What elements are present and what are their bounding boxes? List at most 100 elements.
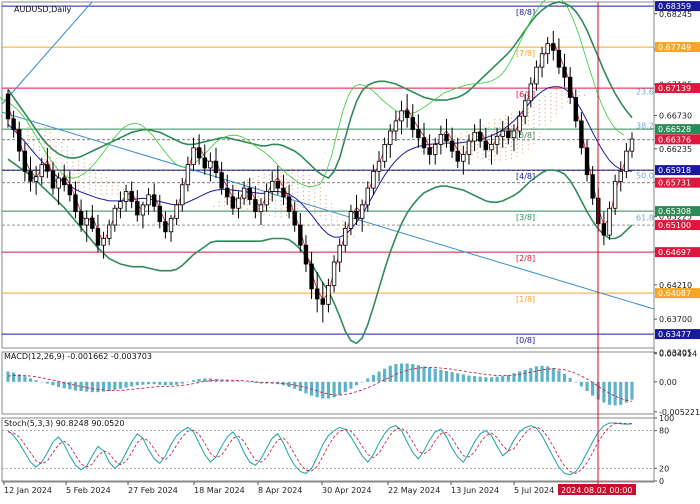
chart-root: [8/8][7/8][6/8][5/8][4/8][3/8][2/8][1/8]… <box>0 0 700 500</box>
price-badge-label-2: 0.67139 <box>658 84 691 93</box>
cloud-dot <box>33 140 35 142</box>
cloud-dot <box>533 122 535 125</box>
macd-bar-102 <box>579 381 584 387</box>
candle-body-69 <box>393 120 399 132</box>
cloud-dot <box>72 161 74 163</box>
cloud-dot <box>319 195 321 197</box>
macd-bar-34 <box>197 378 201 382</box>
cloud-dot <box>522 132 524 134</box>
cloud-dot <box>550 91 552 94</box>
stoch-tick-label-0: 100 <box>659 414 674 423</box>
candle-body-53 <box>303 244 309 265</box>
cloud-dot <box>106 193 108 195</box>
cloud-dot <box>544 108 546 110</box>
cloud-dot <box>533 135 535 137</box>
price-tick-label-9: 0.63700 <box>659 315 692 324</box>
cloud-dot <box>44 142 46 145</box>
cloud-dot <box>314 212 316 214</box>
cloud-dot <box>460 145 462 147</box>
cloud-dot <box>274 211 276 213</box>
cloud-dot <box>269 198 271 200</box>
candle-body-73 <box>416 129 421 139</box>
cloud-dot <box>544 124 546 126</box>
candle-body-27 <box>157 205 162 223</box>
cloud-dot <box>538 116 541 118</box>
cloud-dot <box>319 215 321 217</box>
cloud-dot <box>280 216 282 218</box>
macd-bar-80 <box>456 373 460 382</box>
macd-bar-42 <box>242 381 246 383</box>
candle-body-75 <box>427 147 432 155</box>
cloud-dot <box>522 124 524 126</box>
cloud-dot <box>77 168 80 170</box>
candle-body-48 <box>275 180 281 189</box>
cloud-dot <box>493 151 496 153</box>
candle-body-107 <box>607 207 612 236</box>
cloud-dot <box>499 127 501 129</box>
candle-body-23 <box>135 201 140 216</box>
cloud-dot <box>77 160 80 162</box>
cloud-dot <box>471 141 473 144</box>
macd-bar-91 <box>517 371 522 382</box>
cloud-dot <box>257 175 260 178</box>
cloud-dot <box>308 187 310 189</box>
cloud-dot <box>72 169 74 171</box>
price-badge-label-4: 0.66376 <box>658 135 691 144</box>
candle-body-80 <box>455 150 460 162</box>
macd-bar-20 <box>118 381 123 389</box>
cloud-dot <box>89 184 91 186</box>
cloud-dot <box>516 147 518 149</box>
candle-body-9 <box>56 177 61 189</box>
murrey-level-label-8: [0/8] <box>516 336 535 345</box>
cloud-dot <box>297 195 299 197</box>
cloud-dot <box>263 185 265 187</box>
candle-body-85 <box>483 140 489 151</box>
cloud-dot <box>111 181 113 183</box>
candle-body-46 <box>264 191 269 206</box>
cloud-dot <box>106 177 108 179</box>
cloud-dot <box>274 171 276 173</box>
candle-body-10 <box>62 177 67 186</box>
cloud-dot <box>285 178 288 180</box>
candle-body-63 <box>359 204 365 219</box>
candle-body-77 <box>438 133 444 145</box>
cloud-dot <box>49 152 52 154</box>
date-tick-label-4: 8 Apr 2024 <box>258 486 302 495</box>
cloud-dot <box>49 136 52 138</box>
candle-body-108 <box>612 180 618 209</box>
cloud-dot <box>49 140 52 142</box>
cloud-dot <box>61 142 63 144</box>
cloud-dot <box>505 147 507 149</box>
cloud-dot <box>280 175 282 178</box>
cloud-dot <box>527 124 529 126</box>
macd-bar-14 <box>85 381 89 392</box>
symbol-label: AUDUSD,Daily <box>14 5 72 14</box>
candle-body-104 <box>590 174 595 199</box>
cloud-dot <box>550 95 552 98</box>
cloud-dot <box>44 147 46 149</box>
macd-bar-15 <box>90 381 94 393</box>
price-badge-label-8: 0.65100 <box>658 221 691 230</box>
macd-bar-25 <box>146 381 151 385</box>
cloud-dot <box>522 148 524 150</box>
cloud-dot <box>330 211 333 213</box>
cloud-dot <box>94 181 97 183</box>
cloud-dot <box>291 168 293 170</box>
candle-body-76 <box>433 144 438 155</box>
cloud-dot <box>224 200 226 203</box>
candle-body-12 <box>73 194 78 213</box>
cloud-dot <box>550 104 552 106</box>
macd-bar-60 <box>343 381 347 393</box>
cloud-dot <box>77 164 80 166</box>
cloud-dot <box>263 181 265 183</box>
macd-bar-43 <box>248 381 252 383</box>
cloud-dot <box>38 145 40 148</box>
cloud-dot <box>308 207 310 209</box>
candle-body-67 <box>382 144 387 162</box>
cloud-dot <box>252 190 254 192</box>
cloud-dot <box>61 162 63 164</box>
cloud-dot <box>55 145 57 147</box>
candle-body-43 <box>247 187 252 200</box>
chart-svg: [8/8][7/8][6/8][5/8][4/8][3/8][2/8][1/8]… <box>0 0 700 500</box>
macd-bar-98 <box>557 370 561 382</box>
